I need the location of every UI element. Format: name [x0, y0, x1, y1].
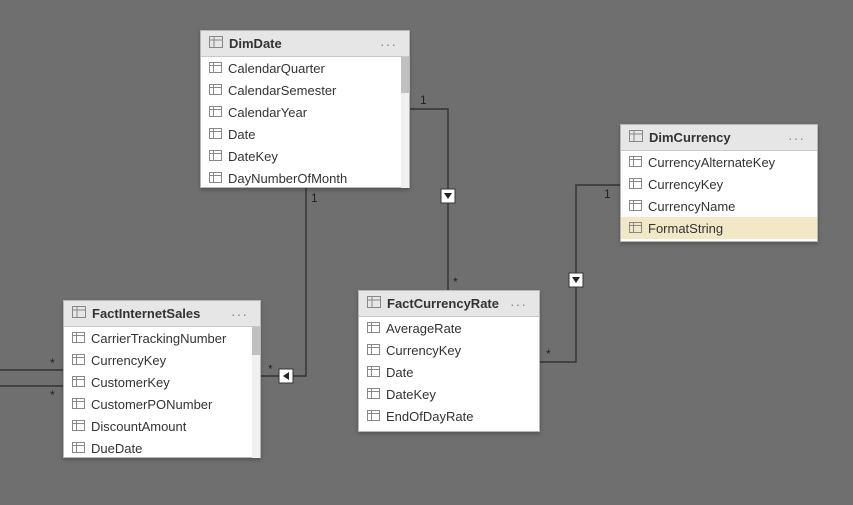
field-row[interactable]: CurrencyKey — [64, 349, 260, 371]
more-options-icon[interactable]: ··· — [376, 36, 401, 52]
field-name: CarrierTrackingNumber — [91, 331, 226, 346]
column-icon — [367, 343, 380, 358]
field-row[interactable]: CurrencyAlternateKey — [621, 151, 817, 173]
more-options-icon[interactable]: ··· — [784, 130, 809, 146]
more-options-icon[interactable]: ··· — [227, 306, 252, 322]
field-name: CalendarYear — [228, 105, 307, 120]
table-dimdate[interactable]: DimDate ··· CalendarQuarter CalendarSemes… — [200, 30, 410, 188]
cardinality-many: * — [268, 362, 273, 376]
column-icon — [629, 199, 642, 214]
table-header[interactable]: DimCurrency ··· — [621, 125, 817, 151]
field-name: CurrencyKey — [648, 177, 723, 192]
cardinality-one: 1 — [311, 191, 318, 205]
table-title: DimDate — [229, 36, 376, 51]
field-name: CustomerPONumber — [91, 397, 212, 412]
cardinality-one: 1 — [420, 93, 427, 107]
field-row[interactable]: DateKey — [201, 145, 409, 167]
column-icon — [367, 321, 380, 336]
column-icon — [209, 61, 222, 76]
field-row[interactable]: CalendarQuarter — [201, 57, 409, 79]
field-row[interactable]: DateKey — [359, 383, 539, 405]
cardinality-one: 1 — [604, 187, 611, 201]
field-name: CurrencyName — [648, 199, 735, 214]
table-title: FactInternetSales — [92, 306, 227, 321]
field-row[interactable]: Date — [201, 123, 409, 145]
field-name: DayNumberOfMonth — [228, 171, 347, 186]
cardinality-many: * — [546, 347, 551, 361]
field-row[interactable]: CalendarYear — [201, 101, 409, 123]
column-icon — [629, 221, 642, 236]
field-name: Date — [386, 365, 413, 380]
field-name: CurrencyKey — [91, 353, 166, 368]
column-icon — [367, 409, 380, 424]
field-row[interactable]: CurrencyKey — [359, 339, 539, 361]
column-icon — [72, 441, 85, 456]
column-icon — [209, 83, 222, 98]
column-icon — [367, 365, 380, 380]
field-row[interactable]: CurrencyName — [621, 195, 817, 217]
field-row[interactable]: CalendarSemester — [201, 79, 409, 101]
field-row[interactable]: CurrencyKey — [621, 173, 817, 195]
field-row[interactable]: FormatString — [621, 217, 817, 239]
column-icon — [209, 105, 222, 120]
filter-direction-arrow — [569, 273, 583, 287]
column-icon — [72, 353, 85, 368]
more-options-icon[interactable]: ··· — [506, 296, 531, 312]
field-name: EndOfDayRate — [386, 409, 473, 424]
column-icon — [209, 149, 222, 164]
table-header[interactable]: DimDate ··· — [201, 31, 409, 57]
field-row[interactable]: CarrierTrackingNumber — [64, 327, 260, 349]
column-icon — [72, 375, 85, 390]
column-icon — [72, 331, 85, 346]
table-icon — [72, 306, 86, 321]
cardinality-many: * — [50, 388, 55, 402]
table-header[interactable]: FactInternetSales ··· — [64, 301, 260, 327]
table-icon — [629, 130, 643, 145]
column-icon — [629, 177, 642, 192]
field-name: CalendarQuarter — [228, 61, 325, 76]
table-icon — [367, 296, 381, 311]
column-icon — [209, 127, 222, 142]
field-row[interactable]: DayNumberOfMonth — [201, 167, 409, 188]
field-name: CustomerKey — [91, 375, 170, 390]
field-row[interactable]: EndOfDayRate — [359, 405, 539, 427]
field-name: AverageRate — [386, 321, 462, 336]
field-name: CurrencyAlternateKey — [648, 155, 775, 170]
filter-direction-arrow — [441, 189, 455, 203]
table-factinternetsales[interactable]: FactInternetSales ··· CarrierTrackingNum… — [63, 300, 261, 458]
filter-direction-arrow — [279, 369, 293, 383]
column-icon — [367, 387, 380, 402]
field-name: DateKey — [228, 149, 278, 164]
field-row[interactable]: CustomerKey — [64, 371, 260, 393]
table-icon — [209, 36, 223, 51]
cardinality-many: * — [50, 356, 55, 370]
column-icon — [209, 171, 222, 186]
field-row[interactable]: CustomerPONumber — [64, 393, 260, 415]
field-name: CurrencyKey — [386, 343, 461, 358]
field-row[interactable]: DiscountAmount — [64, 415, 260, 437]
scrollbar[interactable] — [252, 327, 260, 458]
table-factcurrencyrate[interactable]: FactCurrencyRate ··· AverageRate Currency… — [358, 290, 540, 432]
field-name: DateKey — [386, 387, 436, 402]
field-name: DueDate — [91, 441, 142, 456]
column-icon — [629, 155, 642, 170]
field-name: Date — [228, 127, 255, 142]
field-name: CalendarSemester — [228, 83, 336, 98]
scrollbar-thumb[interactable] — [252, 327, 260, 355]
table-header[interactable]: FactCurrencyRate ··· — [359, 291, 539, 317]
field-row[interactable]: Date — [359, 361, 539, 383]
field-row[interactable]: AverageRate — [359, 317, 539, 339]
scrollbar[interactable] — [401, 57, 409, 188]
column-icon — [72, 397, 85, 412]
scrollbar-thumb[interactable] — [401, 57, 409, 93]
cardinality-many: * — [453, 275, 458, 289]
table-dimcurrency[interactable]: DimCurrency ··· CurrencyAlternateKey Curr… — [620, 124, 818, 242]
field-name: DiscountAmount — [91, 419, 186, 434]
table-title: DimCurrency — [649, 130, 784, 145]
column-icon — [72, 419, 85, 434]
field-row[interactable]: DueDate — [64, 437, 260, 458]
field-name: FormatString — [648, 221, 723, 236]
table-title: FactCurrencyRate — [387, 296, 506, 311]
